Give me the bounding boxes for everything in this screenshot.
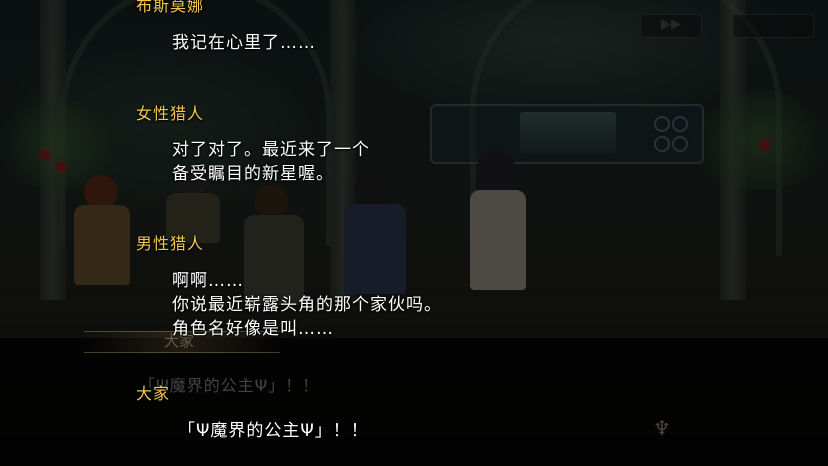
backlog-panel[interactable]: 布斯莫娜 我记在心里了…… 女性猎人 对了对了。最近来了一个 备受瞩目的新星喔。… — [0, 0, 828, 466]
log-dialogue-line: 「Ψ魔界的公主Ψ」！！ — [178, 421, 369, 441]
log-dialogue-line: 对了对了。最近来了一个 — [172, 140, 370, 160]
log-dialogue-line: 角色名好像是叫…… — [172, 319, 334, 339]
log-dialogue-line: 啊啊…… — [172, 271, 244, 291]
log-speaker-name: 布斯莫娜 — [136, 0, 205, 15]
log-speaker-name: 男性猎人 — [136, 234, 205, 253]
log-dialogue-line: 我记在心里了…… — [172, 33, 316, 53]
log-dialogue-line: 你说最近崭露头角的那个家伙吗。 — [172, 295, 442, 315]
log-dialogue-line: 备受瞩目的新星喔。 — [172, 164, 334, 184]
log-speaker-name: 大家 — [136, 384, 171, 403]
log-speaker-name: 女性猎人 — [136, 104, 205, 123]
